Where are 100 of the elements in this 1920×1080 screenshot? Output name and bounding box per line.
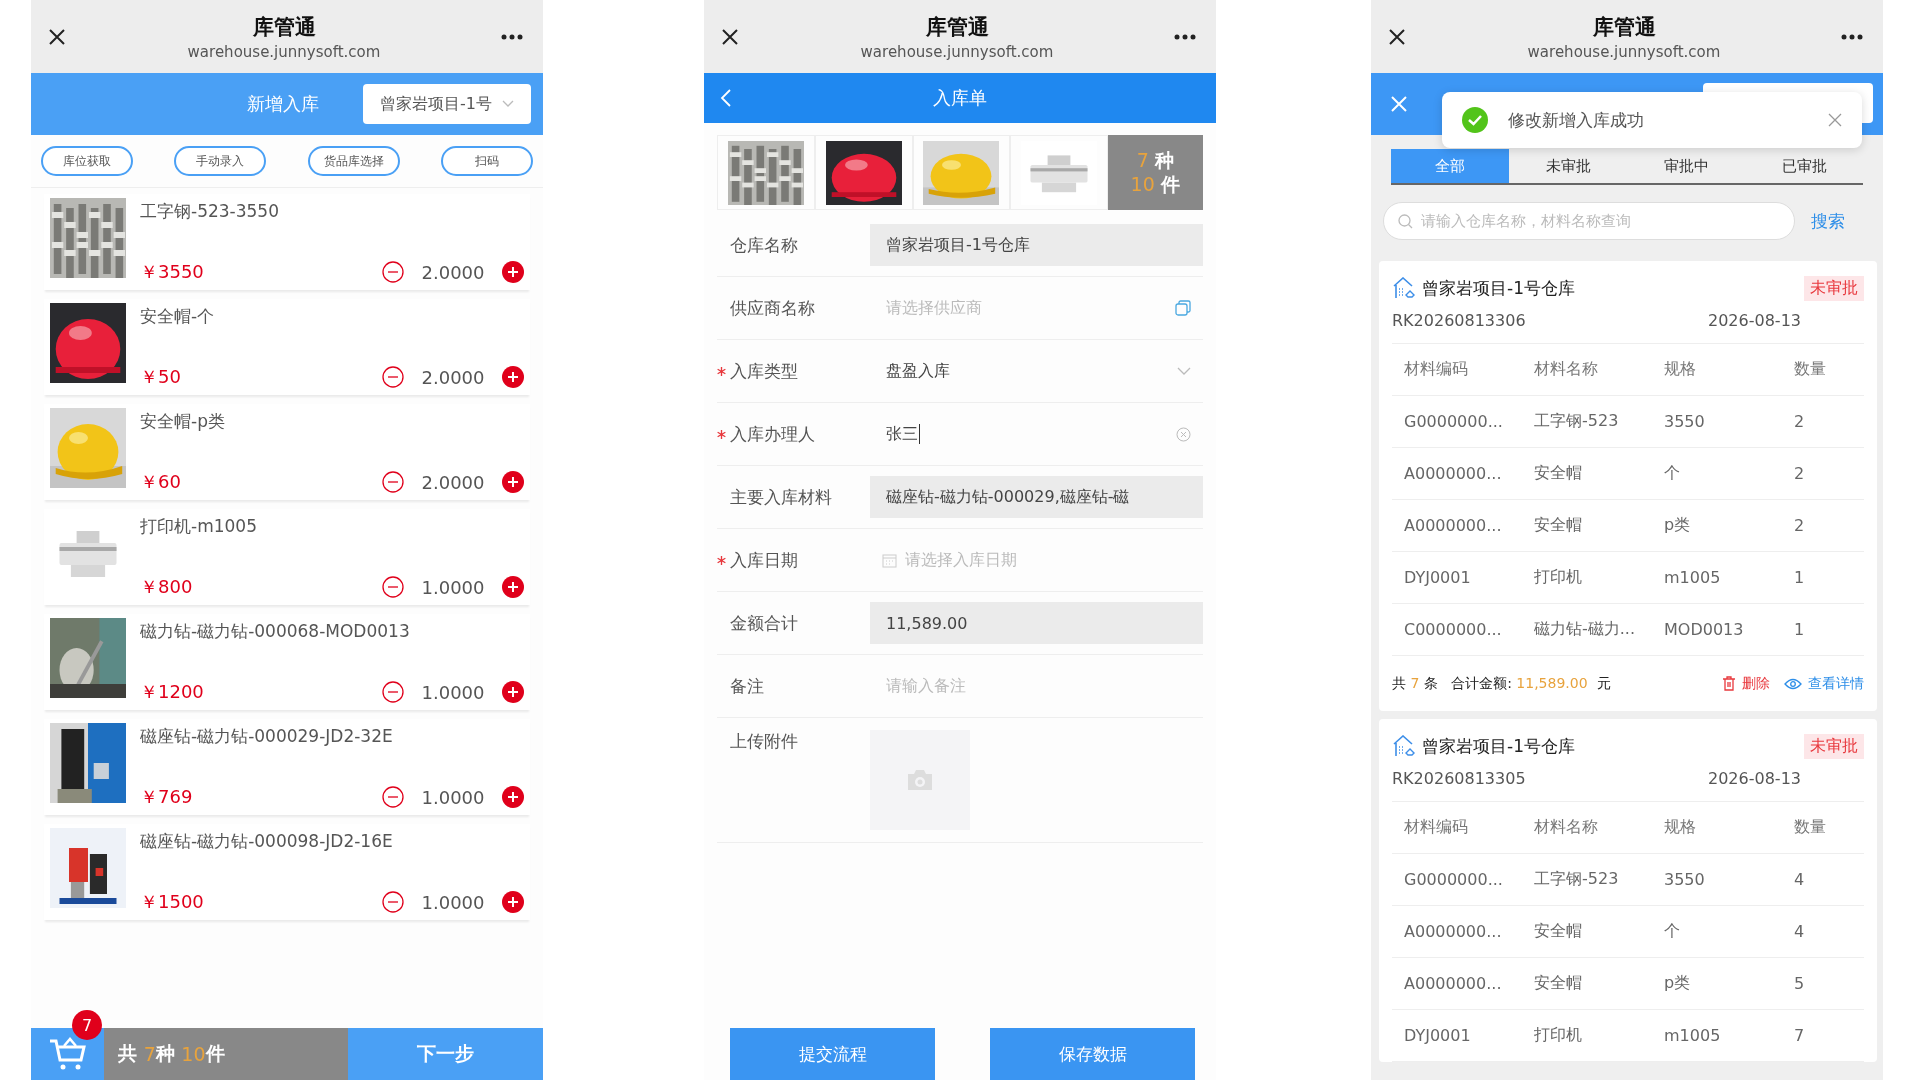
plus-icon[interactable] bbox=[502, 681, 524, 703]
item-price: ￥60 bbox=[140, 470, 182, 494]
table-cell-text: 个 bbox=[1664, 921, 1681, 942]
item-price: ￥1200 bbox=[140, 680, 205, 704]
readonly-field: 曾家岩项目-1号仓库 bbox=[870, 224, 1203, 266]
table-cell-text: 3550 bbox=[1664, 870, 1706, 889]
trash-icon bbox=[1722, 676, 1736, 691]
field-label: 入库日期 bbox=[730, 548, 798, 572]
plus-icon[interactable] bbox=[502, 576, 524, 598]
close-icon[interactable] bbox=[1387, 26, 1407, 47]
plus-icon[interactable] bbox=[502, 366, 524, 388]
item-name: 磁力钻-磁力钻-000068-MOD0013 bbox=[140, 620, 411, 643]
close-icon[interactable] bbox=[720, 26, 740, 47]
page-title: 新增入库 bbox=[247, 92, 319, 116]
action-button[interactable]: 手动录入 bbox=[174, 146, 267, 176]
column-header: 材料编码 bbox=[1404, 359, 1469, 380]
filter-tab[interactable]: 未审批 bbox=[1509, 149, 1627, 183]
page-url: warehouse.junnysoft.com bbox=[860, 42, 1054, 61]
table-cell-text: 工字钢-523 bbox=[1534, 869, 1620, 890]
form-button[interactable]: 提交流程 bbox=[730, 1028, 935, 1080]
column-header: 材料名称 bbox=[1534, 817, 1599, 838]
minus-icon[interactable] bbox=[382, 681, 404, 703]
table-cell-text: MOD0013 bbox=[1664, 620, 1745, 639]
plus-icon[interactable] bbox=[502, 786, 524, 808]
select-field[interactable]: 盘盈入库 bbox=[870, 350, 1203, 392]
table-cell-text: 安全帽 bbox=[1534, 973, 1583, 994]
table-cell-text: 1 bbox=[1794, 620, 1806, 639]
table-cell-text: G0000000... bbox=[1404, 412, 1504, 431]
readonly-field: 磁座钻-磁力钻-000029,磁座钻-磁 bbox=[870, 476, 1203, 518]
table-cell-text: A0000000... bbox=[1404, 974, 1503, 993]
item-name: 安全帽-个 bbox=[140, 305, 216, 328]
minus-icon[interactable] bbox=[382, 471, 404, 493]
cart-badge: 7 bbox=[72, 1010, 102, 1040]
table-cell-text: 4 bbox=[1794, 870, 1806, 889]
item-name: 安全帽-p类 bbox=[140, 410, 226, 433]
delete-link[interactable]: 删除 bbox=[1722, 674, 1770, 693]
minus-icon[interactable] bbox=[382, 366, 404, 388]
back-icon[interactable] bbox=[720, 88, 732, 108]
status-tag: 未审批 bbox=[1804, 275, 1864, 301]
plus-icon[interactable] bbox=[502, 261, 524, 283]
cart-summary: 共 7种 10件 bbox=[104, 1028, 348, 1080]
item-name: 工字钢-523-3550 bbox=[140, 200, 280, 223]
table-cell-text: 安全帽 bbox=[1534, 921, 1583, 942]
app-title: 库管通 bbox=[925, 13, 989, 41]
table-cell-text: 磁力钻-磁力... bbox=[1534, 619, 1637, 640]
cart-icon bbox=[48, 1036, 87, 1072]
filter-tab[interactable]: 审批中 bbox=[1627, 149, 1745, 183]
record-code: RK20260813305 bbox=[1392, 768, 1527, 788]
eye-icon bbox=[1784, 677, 1802, 690]
field-label: 供应商名称 bbox=[730, 296, 815, 320]
action-button[interactable]: 库位获取 bbox=[41, 146, 133, 176]
table-cell-text: 2 bbox=[1794, 464, 1806, 483]
field-label: 入库办理人 bbox=[730, 422, 815, 446]
item-quantity: 2.0000 bbox=[420, 261, 486, 283]
more-icon[interactable] bbox=[1174, 33, 1196, 40]
table-cell-text: DYJ0001 bbox=[1404, 1026, 1472, 1045]
table-cell-text: A0000000... bbox=[1404, 922, 1503, 941]
field-label: 主要入库材料 bbox=[730, 485, 832, 509]
field-label: 上传附件 bbox=[730, 730, 798, 753]
next-button[interactable]: 下一步 bbox=[348, 1028, 543, 1080]
table-cell-text: m1005 bbox=[1664, 568, 1722, 587]
item-quantity: 1.0000 bbox=[420, 786, 486, 808]
more-icon[interactable] bbox=[501, 33, 523, 40]
filter-tab[interactable]: 已审批 bbox=[1745, 149, 1863, 183]
column-header: 数量 bbox=[1794, 359, 1827, 380]
field-label: 金额合计 bbox=[730, 611, 798, 635]
form-button[interactable]: 保存数据 bbox=[990, 1028, 1195, 1080]
action-button[interactable]: 扫码 bbox=[441, 146, 533, 176]
search-icon bbox=[1398, 213, 1413, 229]
app-title: 库管通 bbox=[1592, 13, 1656, 41]
filter-tab[interactable]: 全部 bbox=[1391, 149, 1509, 183]
item-price: ￥50 bbox=[140, 365, 182, 389]
table-cell-text: 安全帽 bbox=[1534, 463, 1583, 484]
table-cell-text: 5 bbox=[1794, 974, 1806, 993]
warehouse-select[interactable]: 曾家岩项目-1号 bbox=[363, 84, 531, 124]
table-cell-text: 2 bbox=[1794, 516, 1806, 535]
plus-icon[interactable] bbox=[502, 471, 524, 493]
table-cell-text: G0000000... bbox=[1404, 870, 1504, 889]
action-button[interactable]: 货品库选择 bbox=[307, 146, 400, 176]
close-icon[interactable] bbox=[47, 26, 67, 47]
minus-icon[interactable] bbox=[382, 786, 404, 808]
detail-link[interactable]: 查看详情 bbox=[1784, 674, 1864, 693]
item-name: 磁座钻-磁力钻-000029-JD2-32E bbox=[140, 725, 394, 748]
item-price: ￥769 bbox=[140, 785, 194, 809]
more-icon[interactable] bbox=[1841, 33, 1863, 40]
item-quantity: 1.0000 bbox=[420, 576, 486, 598]
field-label: 入库类型 bbox=[730, 359, 798, 383]
minus-icon[interactable] bbox=[382, 261, 404, 283]
search-button[interactable]: 搜索 bbox=[1811, 209, 1845, 233]
table-cell-text: DYJ0001 bbox=[1404, 568, 1472, 587]
input-field[interactable]: 张三 bbox=[870, 413, 1203, 455]
minus-icon[interactable] bbox=[382, 891, 404, 913]
column-header: 材料编码 bbox=[1404, 817, 1469, 838]
table-cell-text: A0000000... bbox=[1404, 464, 1503, 483]
building-icon bbox=[1392, 735, 1416, 757]
plus-icon[interactable] bbox=[502, 891, 524, 913]
record-summary: 共 7 条 合计金额: 11,589.00 元 bbox=[1392, 674, 1612, 693]
caret-icon bbox=[501, 100, 514, 108]
minus-icon[interactable] bbox=[382, 576, 404, 598]
table-cell-text: 4 bbox=[1794, 922, 1806, 941]
